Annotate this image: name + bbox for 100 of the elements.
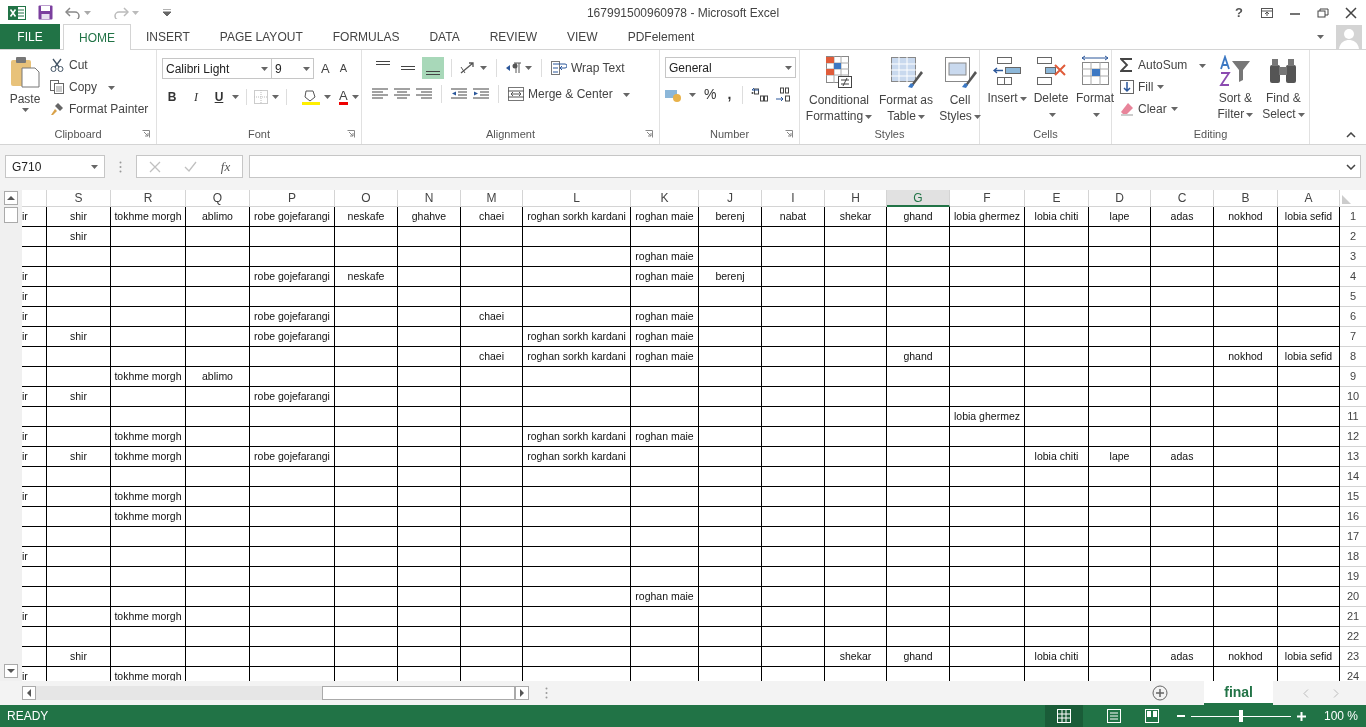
- ribbon-button[interactable]: Find & Select: [1260, 50, 1307, 124]
- caret-icon[interactable]: [232, 95, 239, 99]
- ribbon-tab[interactable]: PAGE LAYOUT: [204, 24, 318, 49]
- formula-input-field[interactable]: [249, 155, 1361, 178]
- ribbon-button[interactable]: Conditional Formatting: [804, 50, 874, 124]
- align-left-icon[interactable]: [372, 88, 388, 100]
- undo-icon[interactable]: [65, 6, 81, 19]
- column-header[interactable]: O: [335, 190, 398, 207]
- column-header[interactable]: G: [887, 190, 950, 207]
- caret-icon[interactable]: [1199, 63, 1207, 68]
- underline-button[interactable]: U: [210, 88, 228, 106]
- caret-icon[interactable]: [689, 92, 696, 97]
- scrollbar-thumb[interactable]: [4, 207, 18, 223]
- column-header[interactable]: B: [1214, 190, 1278, 207]
- caret-icon[interactable]: [21, 108, 29, 112]
- scrollbar-thumb[interactable]: [322, 686, 515, 700]
- caret-icon[interactable]: [525, 66, 532, 70]
- row-number[interactable]: 18: [1346, 550, 1360, 563]
- ribbon-button[interactable]: Sort & Filter: [1212, 50, 1259, 124]
- ribbon-button[interactable]: Delete: [1030, 50, 1072, 124]
- column-header[interactable]: F: [950, 190, 1025, 207]
- wrap-text-button[interactable]: Wrap Text: [551, 59, 625, 77]
- caret-icon[interactable]: [785, 65, 792, 70]
- add-sheet-icon[interactable]: [1152, 685, 1169, 701]
- column-header[interactable]: R: [111, 190, 186, 207]
- vertical-align-button[interactable]: [422, 57, 444, 79]
- more-options-icon[interactable]: [119, 160, 122, 173]
- clear-button[interactable]: Clear: [1120, 100, 1207, 118]
- align-center-icon[interactable]: [394, 88, 410, 100]
- row-number[interactable]: 5: [1349, 290, 1357, 303]
- column-header[interactable]: I: [762, 190, 825, 207]
- expand-icon[interactable]: [1346, 163, 1356, 170]
- sheet-tab[interactable]: final: [1204, 681, 1273, 705]
- caret-icon[interactable]: [1019, 96, 1027, 101]
- row-number[interactable]: 16: [1346, 510, 1360, 523]
- caret-icon[interactable]: [324, 95, 331, 99]
- caret-icon[interactable]: [1048, 112, 1056, 117]
- row-number[interactable]: 20: [1346, 590, 1360, 603]
- close-icon[interactable]: [1345, 6, 1357, 19]
- customize-toolbar-icon[interactable]: [163, 9, 171, 16]
- text-direction-icon[interactable]: [506, 62, 522, 74]
- column-header[interactable]: M: [461, 190, 523, 207]
- column-header[interactable]: J: [699, 190, 762, 207]
- caret-icon[interactable]: [1157, 85, 1165, 89]
- caret-icon[interactable]: [1297, 112, 1305, 117]
- paste-button[interactable]: Paste: [8, 56, 42, 124]
- ribbon-tab[interactable]: REVIEW: [474, 24, 552, 49]
- row-number[interactable]: 15: [1346, 490, 1360, 503]
- caret-icon[interactable]: [1170, 107, 1178, 111]
- normal-view-icon[interactable]: [1056, 709, 1071, 723]
- save-icon[interactable]: [38, 5, 53, 20]
- ribbon-button[interactable]: Format as Table: [876, 50, 936, 124]
- row-number[interactable]: 12: [1346, 430, 1360, 443]
- ribbon-tab[interactable]: PDFelement: [612, 24, 710, 49]
- number-format-field[interactable]: General: [665, 57, 796, 78]
- column-header[interactable]: C: [1151, 190, 1214, 207]
- format-painter-button[interactable]: Format Painter: [50, 100, 149, 118]
- grow-font-button[interactable]: A: [318, 58, 333, 79]
- restore-icon[interactable]: [1317, 7, 1329, 18]
- help-button[interactable]: ?: [1233, 2, 1245, 23]
- zoom-in-icon[interactable]: [1296, 711, 1306, 721]
- caret-icon[interactable]: [272, 95, 279, 99]
- caret-icon[interactable]: [973, 114, 981, 119]
- increase-decimal-icon[interactable]: [751, 86, 770, 103]
- fill-color-icon[interactable]: [302, 89, 320, 105]
- caret-icon[interactable]: [917, 114, 925, 119]
- caret-icon[interactable]: [303, 66, 310, 71]
- row-number[interactable]: 23: [1346, 650, 1360, 663]
- increase-indent-icon[interactable]: [473, 88, 489, 100]
- scroll-up-icon[interactable]: [4, 191, 18, 205]
- caret-icon[interactable]: [1317, 35, 1324, 39]
- ribbon-tab[interactable]: FORMULAS: [317, 24, 415, 49]
- ribbon-tab[interactable]: HOME: [63, 24, 131, 50]
- row-number[interactable]: 11: [1347, 410, 1359, 423]
- caret-icon[interactable]: [351, 95, 359, 99]
- caret-icon[interactable]: [91, 164, 98, 169]
- caret-icon[interactable]: [261, 66, 268, 71]
- caret-icon[interactable]: [622, 92, 630, 97]
- italic-button[interactable]: I: [186, 88, 206, 106]
- column-header[interactable]: D: [1089, 190, 1151, 207]
- autosum-button[interactable]: AutoSum: [1120, 56, 1207, 74]
- page-break-view-icon[interactable]: [1144, 709, 1159, 723]
- row-number[interactable]: 17: [1346, 530, 1360, 543]
- zoom-slider[interactable]: [1190, 710, 1291, 722]
- font-size-field[interactable]: 9: [272, 58, 314, 79]
- scroll-left-icon[interactable]: [22, 686, 36, 700]
- font-name-field[interactable]: Calibri Light: [162, 58, 272, 79]
- row-number[interactable]: 10: [1346, 390, 1360, 403]
- more-options-icon[interactable]: [545, 687, 548, 699]
- dialog-launcher-icon[interactable]: [142, 130, 150, 138]
- column-header[interactable]: P: [250, 190, 335, 207]
- row-number[interactable]: 21: [1346, 610, 1360, 623]
- caret-icon[interactable]: [108, 85, 115, 90]
- row-number[interactable]: 13: [1346, 450, 1360, 463]
- column-header[interactable]: N: [398, 190, 461, 207]
- caret-icon[interactable]: [480, 66, 487, 70]
- ribbon-tab[interactable]: DATA: [414, 24, 475, 49]
- row-number[interactable]: 4: [1349, 270, 1357, 283]
- column-header[interactable]: E: [1025, 190, 1089, 207]
- bold-button[interactable]: B: [162, 88, 182, 106]
